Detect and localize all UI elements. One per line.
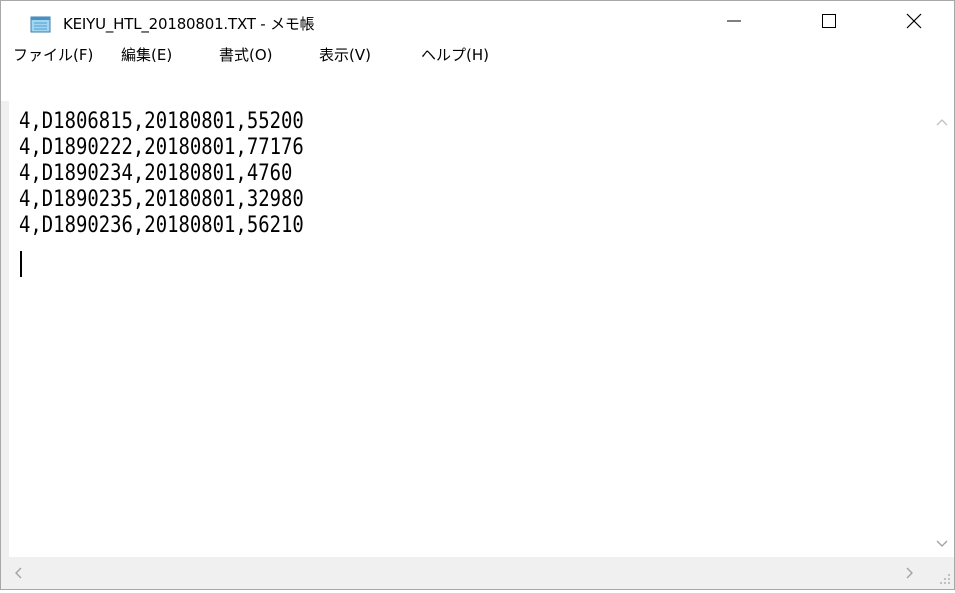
text-caret <box>20 251 22 277</box>
scroll-up-arrow-icon[interactable] <box>936 111 948 130</box>
minimize-button[interactable] <box>706 1 762 41</box>
menu-edit[interactable]: 編集(E) <box>121 43 172 67</box>
editor-line: 4,D1890234,20180801,4760 <box>19 161 293 186</box>
window-title: KEIYU_HTL_20180801.TXT - メモ帳 <box>63 15 315 33</box>
editor-line: 4,D1806815,20180801,55200 <box>19 109 304 134</box>
title-bar[interactable]: KEIYU_HTL_20180801.TXT - メモ帳 <box>1 1 954 41</box>
maximize-button[interactable] <box>801 1 857 41</box>
menu-file[interactable]: ファイル(F) <box>13 43 93 67</box>
menu-view[interactable]: 表示(V) <box>319 43 371 67</box>
window-left-edge <box>1 101 9 589</box>
notepad-icon <box>30 15 52 33</box>
notepad-window: KEIYU_HTL_20180801.TXT - メモ帳 ファイル(F) 編集(… <box>0 0 955 590</box>
resize-grip-icon[interactable] <box>930 557 954 589</box>
menu-help[interactable]: ヘルプ(H) <box>421 43 489 67</box>
minimize-icon <box>727 20 741 22</box>
editor-text: 4,D1806815,20180801,55200 4,D1890222,2018… <box>19 109 304 239</box>
close-icon <box>906 13 922 29</box>
text-editor[interactable]: 4,D1806815,20180801,55200 4,D1890222,2018… <box>9 101 930 557</box>
editor-line: 4,D1890236,20180801,56210 <box>19 213 304 238</box>
vertical-scrollbar[interactable] <box>930 101 954 557</box>
horizontal-scrollbar[interactable] <box>9 557 930 589</box>
close-button[interactable] <box>886 1 942 41</box>
maximize-icon <box>822 14 836 28</box>
scroll-right-arrow-icon[interactable] <box>905 565 915 584</box>
scroll-left-arrow-icon[interactable] <box>13 565 23 584</box>
menu-format[interactable]: 書式(O) <box>219 43 273 67</box>
editor-line: 4,D1890222,20180801,77176 <box>19 135 304 160</box>
scroll-down-arrow-icon[interactable] <box>936 533 948 552</box>
editor-line: 4,D1890235,20180801,32980 <box>19 187 304 212</box>
